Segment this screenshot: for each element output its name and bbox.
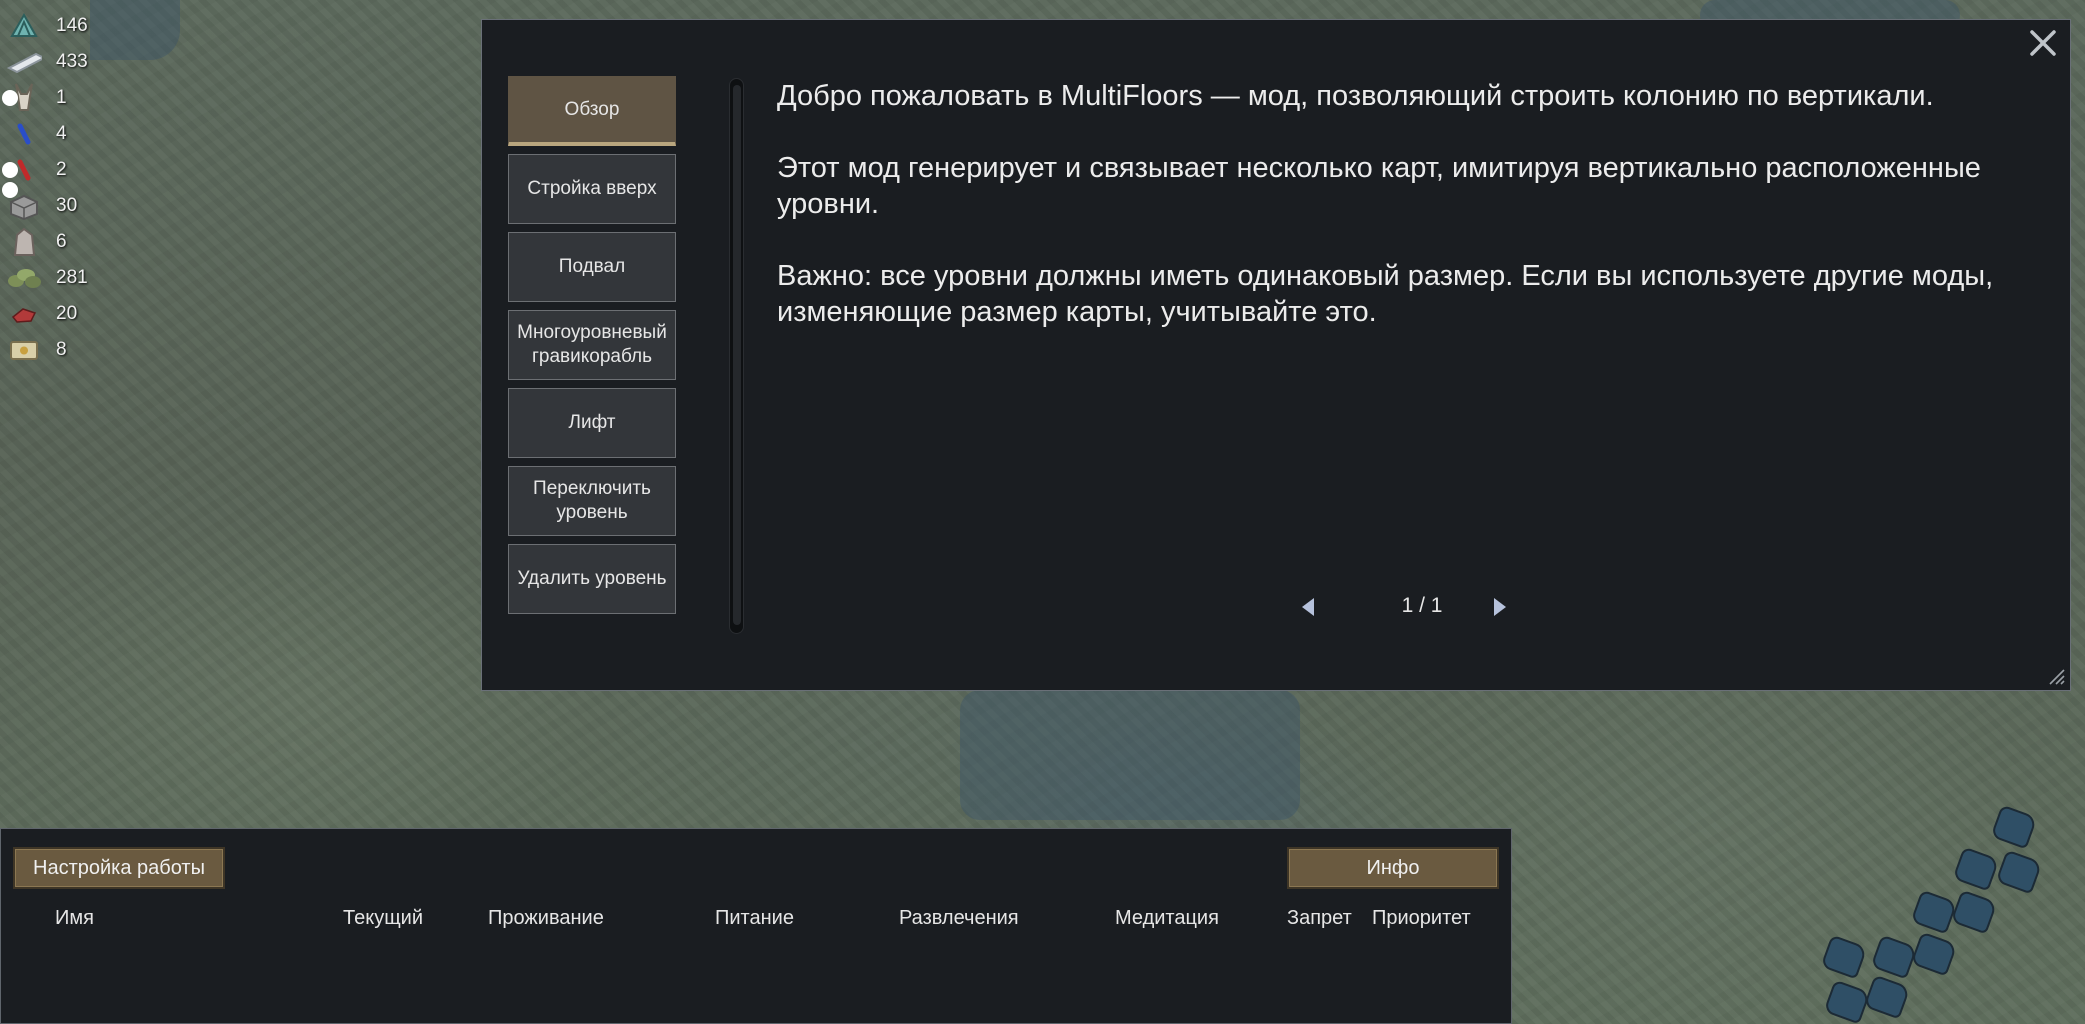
resource-count: 146	[56, 15, 88, 36]
herbs-icon	[6, 263, 42, 293]
column-header-meditation[interactable]: Медитация	[1115, 907, 1219, 930]
content-paragraph: Добро пожаловать в MultiFloors — мод, по…	[777, 80, 1934, 112]
resource-row[interactable]: 146	[0, 8, 110, 44]
column-header-forbid[interactable]: Запрет	[1287, 907, 1352, 930]
resource-row[interactable]: 8	[0, 332, 110, 368]
nav-item-label: уровень	[556, 502, 628, 523]
nav-item-elevator[interactable]: Лифт	[508, 388, 676, 458]
shell-icon	[6, 11, 42, 41]
nav-item-label: Удалить уровень	[517, 568, 667, 589]
alert-dot	[2, 162, 18, 178]
resource-count: 433	[56, 51, 88, 72]
page-indicator: 1 / 1	[1401, 594, 1443, 617]
prev-page-icon[interactable]	[1302, 598, 1314, 616]
nav-item-label: Многоуровневый	[517, 322, 667, 343]
nav-item-gravship[interactable]: Многоуровневый гравикорабль	[508, 310, 676, 380]
nav-item-label: Стройка вверх	[527, 178, 657, 199]
resource-count: 6	[56, 231, 67, 252]
nav-item-label: Лифт	[568, 412, 616, 433]
column-header-name[interactable]: Имя	[55, 907, 94, 930]
nav-item-build-up[interactable]: Стройка вверх	[508, 154, 676, 224]
resource-count: 8	[56, 339, 67, 360]
mod-info-dialog: Обзор Стройка вверх Подвал Многоуровневы…	[481, 19, 2071, 691]
meat-icon	[6, 299, 42, 329]
nav-item-label: Подвал	[558, 256, 626, 277]
nav-item-label: гравикорабль	[531, 346, 652, 367]
nav-item-overview[interactable]: Обзор	[508, 76, 676, 146]
resource-count: 281	[56, 267, 88, 288]
button-label: Инфо	[1366, 856, 1420, 879]
column-header-current[interactable]: Текущий	[343, 907, 423, 930]
map-rock[interactable]	[1995, 849, 2043, 895]
water-area	[960, 690, 1300, 820]
blue-vial-icon	[6, 119, 42, 149]
scrollbar-thumb[interactable]	[733, 85, 741, 625]
map-rock[interactable]	[1910, 889, 1958, 935]
map-rock[interactable]	[1952, 846, 2000, 892]
steel-bar-icon	[6, 47, 42, 77]
resource-row[interactable]: 6	[0, 224, 110, 260]
column-header-recreation[interactable]: Развлечения	[899, 907, 1019, 930]
resource-count: 1	[56, 87, 67, 108]
nav-item-switch-level[interactable]: Переключить уровень	[508, 466, 676, 536]
resource-count: 4	[56, 123, 67, 144]
map-rock[interactable]	[1950, 889, 1998, 935]
resource-count: 20	[56, 303, 78, 324]
resource-row[interactable]: 433	[0, 44, 110, 80]
nav-item-label: Обзор	[564, 98, 620, 120]
content-paragraph: Этот мод генерирует и связывает нескольк…	[777, 152, 1981, 220]
close-icon[interactable]	[2026, 26, 2060, 60]
topic-nav: Обзор Стройка вверх Подвал Многоуровневы…	[508, 76, 676, 622]
map-rock[interactable]	[1910, 931, 1958, 977]
map-rock[interactable]	[1870, 934, 1918, 980]
stone-chunk-icon	[6, 227, 42, 257]
resource-row[interactable]: 30	[0, 182, 110, 224]
resource-row[interactable]: 20	[0, 296, 110, 332]
column-header-housing[interactable]: Проживание	[488, 907, 604, 930]
nav-item-basement[interactable]: Подвал	[508, 232, 676, 302]
topic-content: Добро пожаловать в MultiFloors — мод, по…	[777, 78, 2047, 366]
column-header-food[interactable]: Питание	[715, 907, 794, 930]
silver-icon	[6, 335, 42, 365]
resource-count: 2	[56, 159, 67, 180]
work-settings-button[interactable]: Настройка работы	[13, 847, 225, 889]
alert-dot	[2, 90, 18, 106]
map-rock[interactable]	[1823, 979, 1871, 1024]
resource-row[interactable]: 4	[0, 116, 110, 152]
resource-row[interactable]: 281	[0, 260, 110, 296]
resource-row[interactable]: 1	[0, 80, 110, 116]
resource-readout: 146 433 1 4 2 30 6 281 20 8	[0, 8, 110, 368]
button-label: Настройка работы	[33, 856, 205, 879]
resource-count: 30	[56, 195, 78, 216]
nav-item-label: Переключить	[533, 478, 651, 499]
content-paragraph: Важно: все уровни должны иметь одинаковы…	[777, 260, 1994, 328]
work-panel: Настройка работы Инфо Имя Текущий Прожив…	[0, 828, 1512, 1024]
alert-dot	[2, 182, 18, 198]
map-rock[interactable]	[1990, 804, 2038, 850]
map-rock[interactable]	[1863, 974, 1911, 1020]
column-header-priority[interactable]: Приоритет	[1372, 907, 1471, 930]
info-button[interactable]: Инфо	[1287, 847, 1499, 889]
pager: 1 / 1	[1302, 590, 1702, 630]
resize-grip-icon[interactable]	[2044, 664, 2066, 686]
resource-row[interactable]: 2	[0, 152, 110, 188]
nav-item-delete-level[interactable]: Удалить уровень	[508, 544, 676, 614]
nav-scrollbar[interactable]	[729, 78, 744, 634]
map-rock[interactable]	[1820, 934, 1868, 980]
next-page-icon[interactable]	[1494, 598, 1506, 616]
